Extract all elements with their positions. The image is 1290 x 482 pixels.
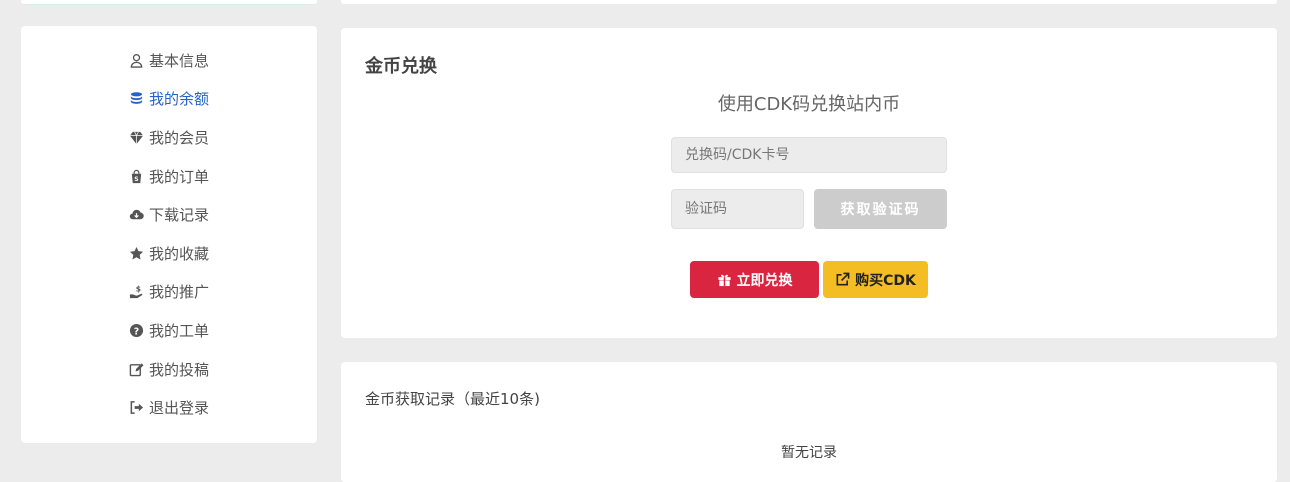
get-code-label: 获取验证码: [840, 202, 921, 218]
sidebar-item-label: 我的余额: [148, 90, 209, 109]
sidebar-item-orders[interactable]: S 我的订单: [21, 157, 317, 196]
sidebar-item-favorites[interactable]: 我的收藏: [21, 234, 317, 273]
cdk-input[interactable]: [671, 137, 947, 173]
sidebar-item-tickets[interactable]: ? 我的工单: [21, 311, 317, 350]
sidebar-top-strip: [21, 0, 317, 5]
sidebar-item-submissions[interactable]: 我的投稿: [21, 350, 317, 389]
buy-cdk-label: 购买CDK: [855, 272, 916, 289]
sidebar-item-profile[interactable]: 基本信息: [21, 41, 317, 80]
sidebar-item-label: 我的工单: [148, 321, 209, 340]
svg-text:S: S: [135, 176, 139, 183]
sidebar-item-label: 下载记录: [148, 206, 209, 225]
cloud-download-icon: [129, 207, 145, 223]
star-icon: [129, 245, 145, 261]
sidebar-item-label: 退出登录: [148, 399, 209, 418]
verification-code-input[interactable]: [671, 189, 804, 229]
sidebar-item-balance[interactable]: 我的余额: [21, 80, 317, 119]
buy-cdk-button[interactable]: 购买CDK: [823, 261, 928, 298]
card-subtitle: 使用CDK码兑换站内币: [717, 94, 901, 115]
edit-icon: [129, 361, 145, 377]
gem-icon: [129, 129, 145, 145]
sign-out-icon: [129, 400, 145, 416]
coin-records-card: 金币获取记录（最近10条) 暂无记录: [341, 362, 1277, 482]
content-top-strip: [341, 0, 1277, 4]
user-icon: [129, 52, 145, 68]
user-sidebar: 基本信息 我的余额 我的会员 S 我的订单 下载记录 我的收藏 $ 我的推广 ?…: [21, 26, 317, 443]
sidebar-item-label: 我的订单: [148, 167, 209, 186]
external-link-icon: [835, 272, 850, 287]
user-menu: 基本信息 我的余额 我的会员 S 我的订单 下载记录 我的收藏 $ 我的推广 ?…: [21, 41, 317, 427]
gift-icon: [717, 272, 732, 287]
question-circle-icon: ?: [129, 322, 145, 338]
sidebar-item-label: 我的会员: [148, 128, 209, 147]
sidebar-item-label: 我的投稿: [148, 360, 209, 379]
sidebar-item-label: 基本信息: [148, 51, 209, 70]
hand-holding-dollar-icon: $: [129, 284, 145, 300]
svg-text:$: $: [136, 285, 141, 294]
records-empty-state: 暂无记录: [781, 445, 837, 461]
sidebar-item-downloads[interactable]: 下载记录: [21, 195, 317, 234]
coins-icon: [129, 91, 145, 107]
sidebar-item-membership[interactable]: 我的会员: [21, 118, 317, 157]
card-title: 金币兑换: [365, 56, 437, 77]
redeem-label: 立即兑换: [736, 272, 793, 289]
coin-exchange-card: 金币兑换 使用CDK码兑换站内币 获取验证码 立即兑换 购买CDK: [341, 28, 1277, 338]
get-code-button[interactable]: 获取验证码: [814, 189, 947, 229]
svg-text:?: ?: [134, 326, 139, 337]
sidebar-item-promotion[interactable]: $ 我的推广: [21, 273, 317, 312]
sidebar-item-logout[interactable]: 退出登录: [21, 388, 317, 427]
sidebar-item-label: 我的推广: [148, 283, 209, 302]
redeem-button[interactable]: 立即兑换: [690, 261, 819, 298]
sidebar-item-label: 我的收藏: [148, 244, 209, 263]
shopping-bag-icon: S: [129, 168, 145, 184]
records-title: 金币获取记录（最近10条): [365, 390, 540, 408]
